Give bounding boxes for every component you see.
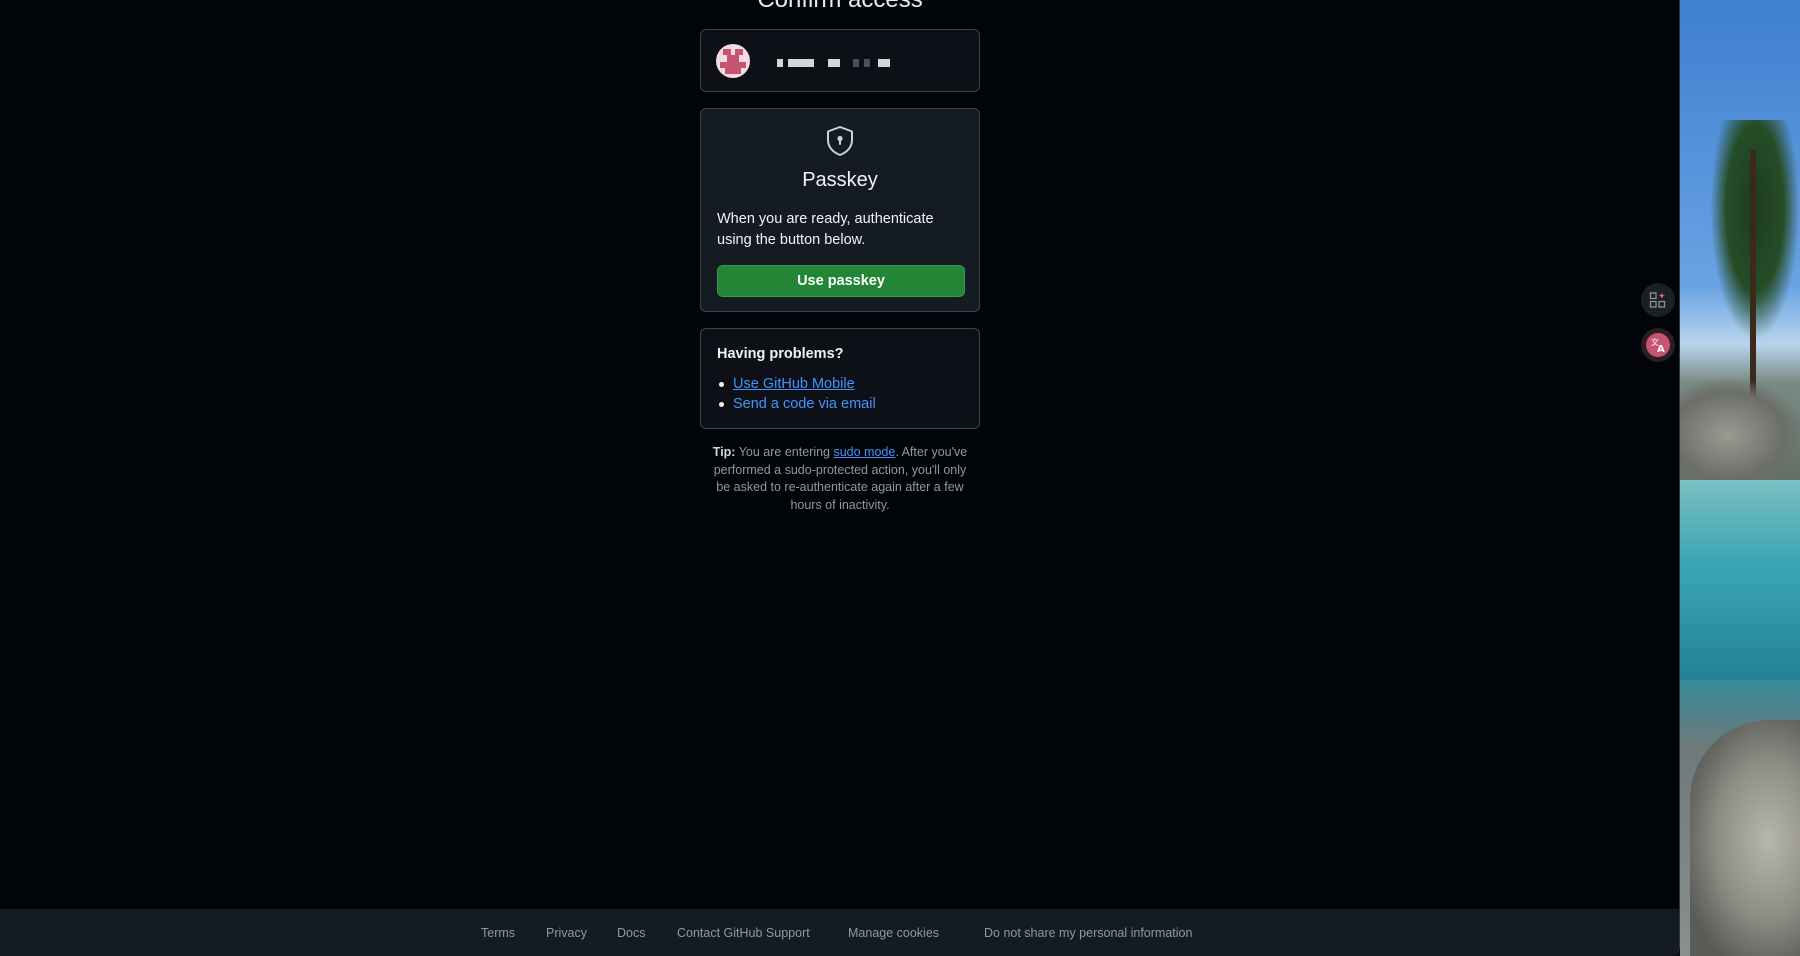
apps-sparkle-icon [1649, 292, 1666, 308]
list-item: Send a code via email [717, 394, 876, 414]
browser-window: Confirm access Passkey When you are read… [0, 0, 1680, 956]
footer-link-do-not-share[interactable]: Do not share my personal information [984, 926, 1192, 940]
problems-card: Having problems? Use GitHub Mobile Send … [700, 328, 980, 429]
tip-label: Tip: [712, 445, 736, 459]
footer-link-contact-support[interactable]: Contact GitHub Support [677, 926, 810, 940]
sudo-mode-link[interactable]: sudo mode [833, 445, 895, 459]
translate-button[interactable]: 文 A [1641, 328, 1675, 362]
footer-link-privacy[interactable]: Privacy [546, 926, 587, 940]
svg-text:A: A [1657, 344, 1665, 355]
problems-list: Use GitHub Mobile Send a code via email [717, 374, 876, 414]
use-github-mobile-link[interactable]: Use GitHub Mobile [733, 376, 855, 392]
avatar [716, 44, 750, 78]
translate-icon: 文 A [1646, 333, 1670, 357]
passkey-card: Passkey When you are ready, authenticate… [700, 108, 980, 312]
problems-title: Having problems? [717, 346, 844, 362]
send-code-email-link[interactable]: Send a code via email [733, 396, 876, 412]
page-title: Confirm access [0, 0, 1679, 14]
redacted-username [777, 59, 897, 67]
passkey-title: Passkey [802, 169, 878, 191]
footer-link-manage-cookies[interactable]: Manage cookies [848, 926, 939, 940]
shield-keyhole-icon [827, 126, 853, 156]
desktop-wallpaper [1680, 0, 1800, 956]
apps-sparkle-button[interactable] [1641, 283, 1675, 317]
use-passkey-button[interactable]: Use passkey [717, 265, 965, 297]
footer-link-terms[interactable]: Terms [481, 926, 515, 940]
list-item: Use GitHub Mobile [717, 374, 876, 394]
footer: Terms Privacy Docs Contact GitHub Suppor… [0, 909, 1679, 956]
passkey-description: When you are ready, authenticate using t… [717, 211, 934, 248]
footer-link-docs[interactable]: Docs [617, 926, 645, 940]
sudo-tip: Tip: You are entering sudo mode. After y… [712, 444, 968, 514]
tip-text-before: You are entering [735, 445, 834, 459]
account-card [700, 29, 980, 92]
